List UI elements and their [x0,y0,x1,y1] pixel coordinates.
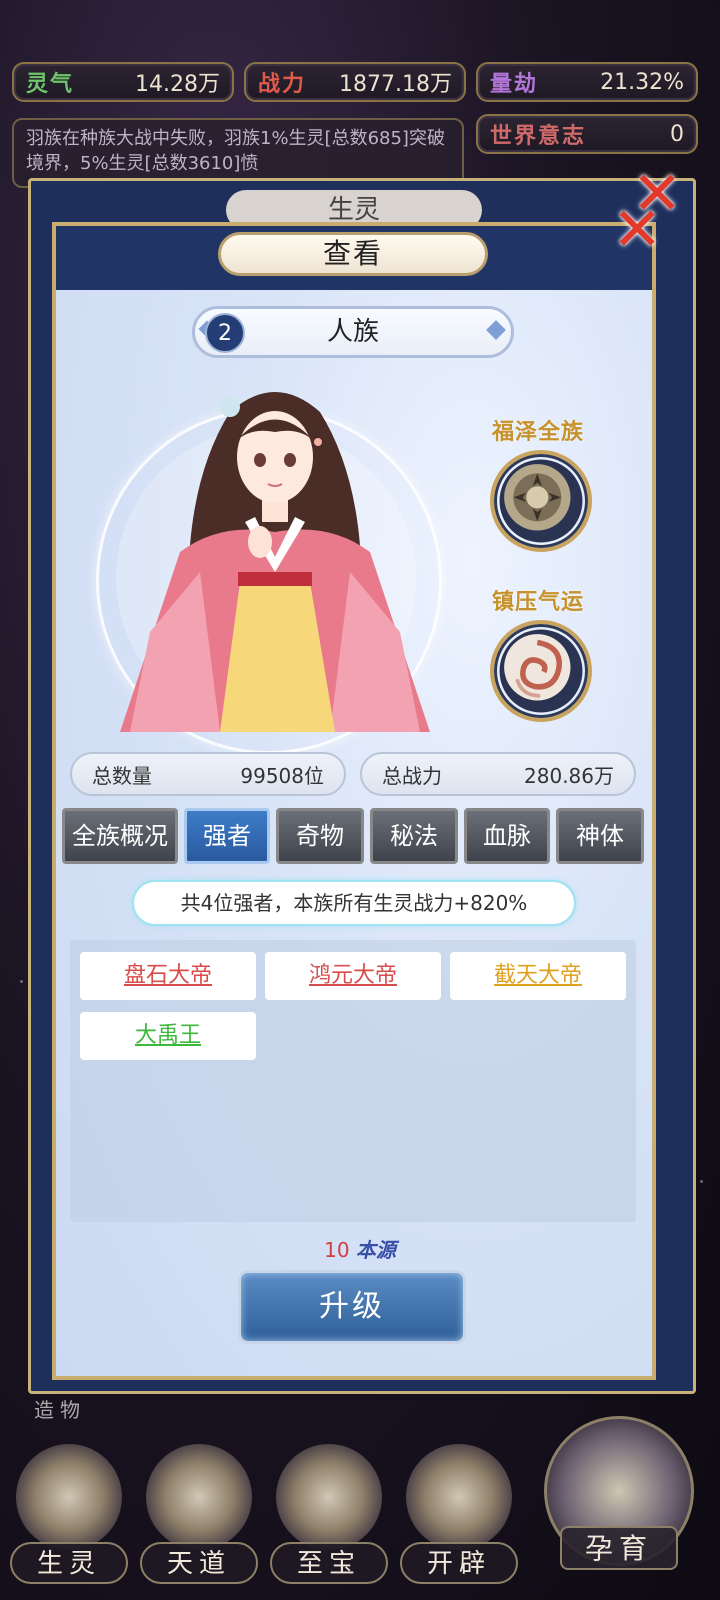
resource-value: 0 [670,121,684,147]
fortune-medallion-icon[interactable] [490,450,592,552]
race-name: 人族 [326,317,379,347]
nav-item-creation[interactable]: 开辟 [400,1440,518,1590]
total-power-stat: 总战力 280.86万 [360,752,636,796]
nav-item-treasure[interactable]: 至宝 [270,1440,388,1590]
tab-divine-body[interactable]: 神体 [556,808,644,864]
nav-label: 至宝 [270,1542,388,1584]
nav-item-lifeforms[interactable]: 生灵 [10,1440,128,1590]
race-selector[interactable]: 2 人族 [192,306,514,358]
total-count-stat: 总数量 99508位 [70,752,346,796]
resource-label: 战力 [258,72,307,97]
resource-label: 灵气 [26,72,75,97]
nav-item-heaven[interactable]: 天道 [140,1440,258,1590]
stat-label: 总数量 [92,763,152,788]
tab-secret-arts[interactable]: 秘法 [370,808,458,864]
treasure-emblem-icon [276,1444,382,1550]
hero-link[interactable]: 大禹王 [80,1012,256,1060]
nav-label: 天道 [140,1542,258,1584]
resource-label: 量劫 [490,72,539,97]
tab-overview[interactable]: 全族概况 [62,808,178,864]
hero-link[interactable]: 鸿元大帝 [265,952,441,1000]
strongmen-summary: 共4位强者，本族所有生灵战力+820% [132,880,576,926]
badge-label-fortune: 福泽全族 [492,420,585,445]
stat-value: 280.86万 [524,763,614,788]
resource-value: 1877.18万 [339,72,452,97]
tab-treasures[interactable]: 奇物 [276,808,364,864]
resource-world-will: 世界意志 0 [476,114,698,154]
lifeforms-emblem-icon [16,1444,122,1550]
resource-label: 世界意志 [490,124,587,149]
tab-strongmen[interactable]: 强者 [184,808,270,864]
resource-value: 21.32% [600,69,684,95]
resource-lingqi: 灵气 14.28万 [12,62,234,102]
upgrade-button[interactable]: 升级 [238,1270,466,1344]
nav-label: 开辟 [400,1542,518,1584]
resource-zhanli: 战力 1877.18万 [244,62,466,102]
creation-label[interactable]: 造物 [34,1394,86,1423]
cost-amount: 10 [324,1238,350,1262]
badge-label-suppress: 镇压气运 [492,590,585,615]
nav-label: 生灵 [10,1542,128,1584]
heaven-emblem-icon [146,1444,252,1550]
creation-emblem-icon [406,1444,512,1550]
character-portrait [120,392,430,732]
resource-liangjie: 量劫 21.32% [476,62,698,102]
close-icon[interactable]: ✕ [612,200,662,260]
upgrade-cost: 10 本源 [0,1234,720,1263]
hero-link[interactable]: 盘石大帝 [80,952,256,1000]
nurture-button[interactable]: 孕育 [540,1412,700,1582]
stat-value: 99508位 [240,763,324,788]
swirl-medallion-icon[interactable] [490,620,592,722]
stat-label: 总战力 [382,763,442,788]
cost-unit: 本源 [355,1238,396,1262]
dialog-title: 查看 [218,232,488,276]
nurture-label: 孕育 [560,1526,678,1570]
hero-link[interactable]: 截天大帝 [450,952,626,1000]
tab-bloodline[interactable]: 血脉 [464,808,550,864]
resource-value: 14.28万 [135,72,220,97]
